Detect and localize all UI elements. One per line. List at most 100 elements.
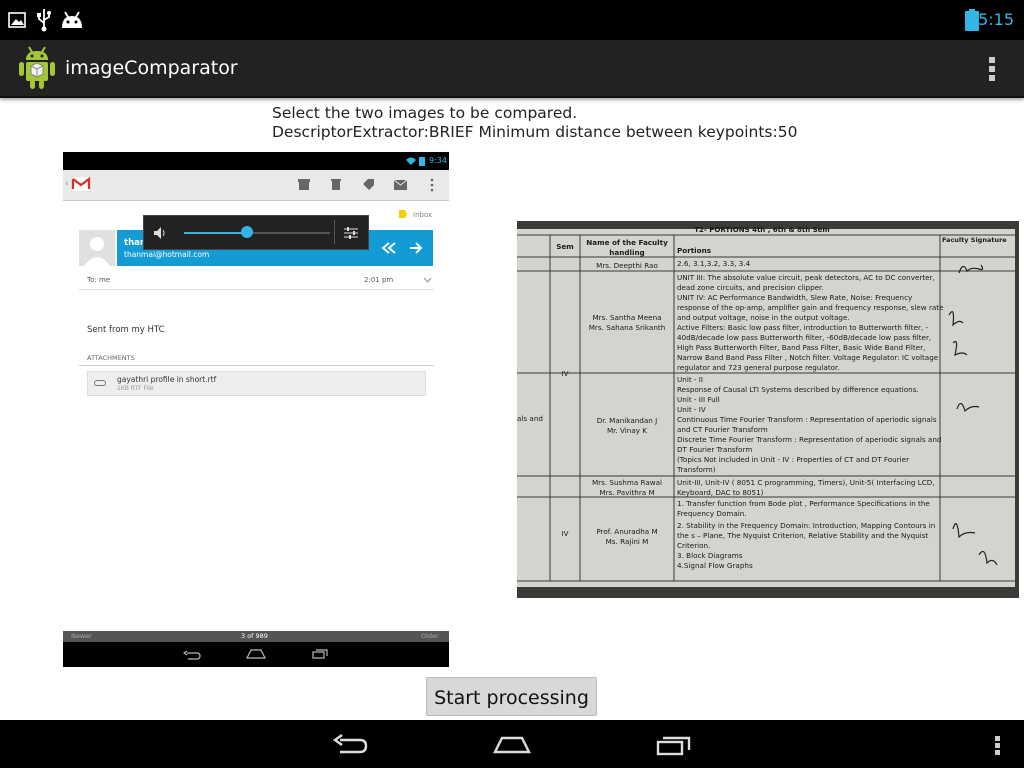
navigation-bar xyxy=(0,720,1024,768)
image-status-bar: 9:34 xyxy=(63,152,449,170)
image-nav-bar xyxy=(63,642,449,667)
doc-portions-5-5: 3. Block Diagrams xyxy=(677,551,743,560)
doc-portions-3-4: Continuous Time Fourier Transform : Repr… xyxy=(677,415,937,424)
paperclip-icon xyxy=(94,380,106,386)
overflow-menu-icon[interactable] xyxy=(988,56,996,82)
forward-icon xyxy=(410,242,423,254)
overflow-icon xyxy=(430,178,434,192)
doc-portions-4-0: Unit-III, Unit-IV ( 8051 C programming, … xyxy=(677,478,935,487)
important-marker-icon xyxy=(399,210,407,218)
reply-all-icon xyxy=(381,242,396,254)
back-chevron-icon: ‹ xyxy=(65,179,69,189)
doc-col-portions: Portions xyxy=(677,246,711,255)
older-link: Older xyxy=(421,632,439,640)
attachment-meta: 1KB RTF File xyxy=(117,385,154,392)
action-bar: imageComparator xyxy=(0,40,1024,98)
back-icon[interactable] xyxy=(332,734,368,756)
email-time: 2:01 pm xyxy=(364,276,394,284)
doc-faculty-3: Dr. Manikandan J Mr. Vinay K xyxy=(596,416,658,435)
doc-portions-2-1: dead zone circuits, and precision clippe… xyxy=(677,283,824,292)
doc-faculty-5: Prof. Anuradha M Ms. Rajini M xyxy=(596,527,658,546)
doc-portions-3-2: Unit - III Full xyxy=(677,395,720,404)
doc-portions-3-5: and CT Fourier Transform xyxy=(677,425,768,434)
archive-icon xyxy=(298,179,310,190)
overflow-menu-icon[interactable] xyxy=(995,736,1001,756)
doc-portions-3-9: Transform) xyxy=(677,465,716,474)
doc-header-title: T2- PORTIONS 4th , 6th & 8th Sem xyxy=(694,226,830,234)
back-icon xyxy=(183,650,201,660)
doc-col-faculty: Name of the Faculty handling xyxy=(586,238,668,257)
doc-portions-3-8: (Topics Not included in Unit - IV : Prop… xyxy=(677,455,910,464)
doc-col-sem: Sem xyxy=(556,242,574,251)
first-image[interactable]: 9:34 ‹ Inbox thanm thanmai@hotmail.com T… xyxy=(63,152,449,667)
document-table: T2- PORTIONS 4th , 6th & 8th Sem Sem Nam… xyxy=(517,226,1015,587)
second-image[interactable]: T2- PORTIONS 4th , 6th & 8th Sem Sem Nam… xyxy=(517,221,1019,598)
doc-sem-3: IV xyxy=(561,369,569,378)
doc-portions-3-6: Discrete Time Fourier Transform : Repres… xyxy=(677,435,942,444)
email-toolbar: ‹ xyxy=(63,170,449,201)
descriptor-info-text: DescriptorExtractor:BRIEF Minimum distan… xyxy=(272,123,798,141)
doc-portions-4-1: Keyboard, DAC to 8051) xyxy=(677,488,764,497)
image-icon xyxy=(8,12,26,28)
label-icon xyxy=(363,179,374,190)
doc-portions-2-2: UNIT IV: AC Performance Bandwidth, Slew … xyxy=(677,293,913,302)
doc-portions-3-0: Unit - II xyxy=(677,375,704,384)
status-bar: 5:15 xyxy=(0,0,1024,40)
email-pager: Newer 3 of 989 Older xyxy=(63,631,449,642)
start-processing-button[interactable]: Start processing xyxy=(426,677,597,716)
doc-portions-2-6: 40dB/decade low pass Butterworth filter,… xyxy=(677,333,932,342)
doc-portions-5-6: 4.Signal Flow Graphs xyxy=(677,561,753,570)
doc-portions-3-1: Response of Causal LTI Systems described… xyxy=(677,385,919,394)
battery-icon xyxy=(965,9,979,31)
handwritten-signatures xyxy=(948,264,998,566)
doc-portions-2-7: High Pass Butterworth Filter, Band Pass … xyxy=(677,343,926,352)
app-title: imageComparator xyxy=(65,57,238,79)
attachment-item[interactable]: gayathri profile in short.rtf 1KB RTF Fi… xyxy=(87,371,426,396)
volume-popup[interactable] xyxy=(143,215,369,250)
usb-icon xyxy=(37,9,51,32)
android-debug-icon xyxy=(62,11,82,28)
status-time: 5:15 xyxy=(978,10,1014,29)
app-icon xyxy=(19,46,55,89)
doc-portions-5-2: 2. Stability in the Frequency Domain: In… xyxy=(677,521,936,530)
doc-portions-2-4: and output voltage, noise in the output … xyxy=(677,313,850,322)
doc-portions-5-1: Frequency Domain. xyxy=(677,509,747,518)
doc-portions-2-5: Active Filters: Basic low pass filter, i… xyxy=(677,323,929,332)
inbox-label: Inbox xyxy=(413,211,433,219)
doc-portions-2-3: response of the op-amp, amplifier gain a… xyxy=(677,303,944,312)
volume-fill xyxy=(184,232,247,234)
doc-col-signature: Faculty Signature xyxy=(942,236,1007,244)
settings-sliders-icon[interactable] xyxy=(344,226,358,240)
volume-slider-thumb[interactable] xyxy=(240,226,253,238)
doc-portions-3-7: DT Fourier Transform xyxy=(677,445,753,454)
delete-icon xyxy=(331,179,341,190)
newer-link: Newer xyxy=(71,632,92,640)
instruction-text: Select the two images to be compared. xyxy=(272,104,578,122)
gmail-icon xyxy=(71,176,91,192)
home-icon xyxy=(246,649,266,659)
volume-icon xyxy=(154,227,165,239)
attachment-name: gayathri profile in short.rtf xyxy=(117,375,217,384)
doc-portions-2-8: Narrow Band Band Pass Filter , Notch fil… xyxy=(677,353,939,362)
sender-email: thanmai@hotmail.com xyxy=(124,250,210,259)
doc-partial-text: als and xyxy=(517,414,543,423)
doc-faculty-4: Mrs. Sushma Rawal Mrs. Pavithra M xyxy=(591,478,663,497)
expand-chevron-icon xyxy=(424,278,431,283)
doc-portions-2-0: UNIT III: The absolute value circuit, pe… xyxy=(677,273,935,282)
wifi-icon xyxy=(406,157,416,165)
recipient-label: To: me xyxy=(87,276,111,284)
attachments-header: ATTACHMENTS xyxy=(87,354,135,362)
email-body: Sent from my HTC xyxy=(87,325,165,335)
recents-icon[interactable] xyxy=(656,736,692,756)
doc-portions-5-4: Criterion. xyxy=(677,541,711,550)
avatar xyxy=(79,230,115,266)
home-icon[interactable] xyxy=(493,736,531,754)
doc-faculty-2: Mrs. Santha Meena Mrs. Sahana Srikanth xyxy=(588,313,666,332)
recents-icon xyxy=(312,649,328,659)
doc-faculty-1: Mrs. Deepthi Rao xyxy=(596,261,658,270)
page-counter: 3 of 989 xyxy=(241,632,268,640)
battery-icon xyxy=(419,157,425,166)
mail-icon xyxy=(394,180,407,190)
doc-portions-3-3: Unit - IV xyxy=(677,405,706,414)
doc-portions-1-0: 2.6, 3.1,3.2, 3.3, 3.4 xyxy=(677,259,751,268)
